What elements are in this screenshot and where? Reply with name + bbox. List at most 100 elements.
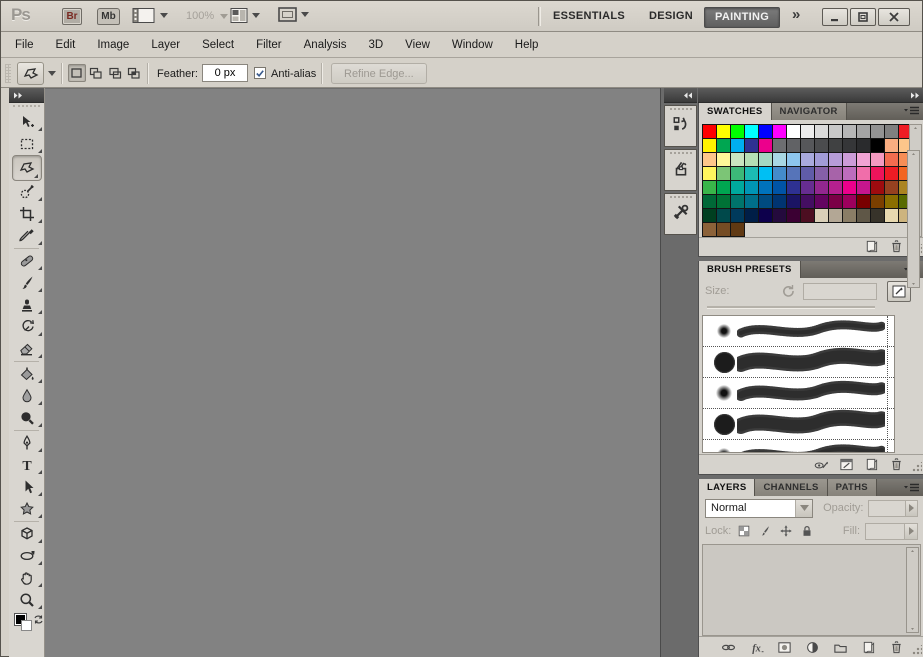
workspace-overflow-chevrons[interactable]: »	[792, 6, 800, 23]
swatch[interactable]	[731, 180, 745, 195]
scroll-up-icon[interactable]	[911, 125, 920, 131]
drag-handle[interactable]	[669, 152, 692, 158]
swatch[interactable]	[759, 180, 773, 195]
swatch[interactable]	[759, 208, 773, 223]
resize-grip-icon[interactable]	[912, 462, 922, 472]
arrange-documents-button[interactable]	[230, 7, 260, 24]
delete-brush-button[interactable]	[889, 457, 904, 472]
restore-button[interactable]	[850, 8, 876, 26]
swatch[interactable]	[787, 208, 801, 223]
swatch[interactable]	[717, 180, 731, 195]
tool-paint-bucket[interactable]	[9, 363, 45, 385]
brush-scrollbar[interactable]	[907, 150, 920, 288]
panel-strip-tool-presets-button[interactable]	[664, 193, 697, 235]
swatch[interactable]	[787, 138, 801, 153]
swatch[interactable]	[717, 222, 731, 237]
swatch[interactable]	[773, 138, 787, 153]
swatch[interactable]	[703, 180, 717, 195]
tool-3d-camera-rotate[interactable]	[9, 545, 45, 567]
opacity-spinner[interactable]	[905, 499, 919, 517]
tool-rectangular-marquee[interactable]	[9, 133, 45, 155]
brush-size-input[interactable]	[803, 282, 878, 300]
brush-size-slider[interactable]	[707, 306, 875, 309]
swatch[interactable]	[731, 208, 745, 223]
swatch[interactable]	[815, 166, 829, 181]
swatch[interactable]	[815, 194, 829, 209]
swatch[interactable]	[745, 180, 759, 195]
swatch[interactable]	[857, 180, 871, 195]
tool-brush[interactable]	[9, 272, 45, 294]
swatch[interactable]	[801, 208, 815, 223]
menu-item-image[interactable]: Image	[97, 39, 129, 51]
swatch[interactable]	[857, 152, 871, 167]
swatch[interactable]	[745, 208, 759, 223]
add-layer-mask-button[interactable]	[777, 640, 792, 655]
swatch[interactable]	[717, 208, 731, 223]
swatch[interactable]	[871, 194, 885, 209]
swatch[interactable]	[801, 124, 815, 139]
menu-item-layer[interactable]: Layer	[151, 39, 180, 51]
swatch[interactable]	[731, 222, 745, 237]
swatch[interactable]	[759, 138, 773, 153]
swatch[interactable]	[857, 138, 871, 153]
brush-preset-row[interactable]	[703, 440, 894, 452]
resize-grip-icon[interactable]	[912, 645, 922, 655]
brush-preset-row[interactable]	[703, 409, 894, 440]
swatch[interactable]	[703, 152, 717, 167]
tool-crop[interactable]	[9, 203, 45, 225]
swatch[interactable]	[885, 194, 899, 209]
delete-swatch-button[interactable]	[889, 239, 904, 254]
tool-spot-healing-brush[interactable]	[9, 250, 45, 272]
swatch[interactable]	[857, 124, 871, 139]
swatch[interactable]	[857, 166, 871, 181]
tool-zoom[interactable]	[9, 589, 45, 611]
swatch[interactable]	[843, 194, 857, 209]
new-adjustment-layer-button[interactable]	[805, 640, 820, 655]
scroll-down-icon[interactable]	[909, 281, 918, 287]
panel-strip-brush-panel-button[interactable]	[664, 149, 697, 191]
swatch[interactable]	[815, 180, 829, 195]
swatch[interactable]	[745, 124, 759, 139]
swatch[interactable]	[703, 194, 717, 209]
swatch[interactable]	[829, 138, 843, 153]
opacity-input[interactable]	[868, 499, 906, 517]
menu-item-file[interactable]: File	[15, 39, 34, 51]
swatch[interactable]	[829, 166, 843, 181]
swatch[interactable]	[885, 180, 899, 195]
tool-eyedropper[interactable]	[9, 225, 45, 247]
swatch[interactable]	[843, 138, 857, 153]
swatch[interactable]	[885, 166, 899, 181]
menu-item-filter[interactable]: Filter	[256, 39, 282, 51]
swatch[interactable]	[703, 124, 717, 139]
link-layers-button[interactable]	[721, 640, 736, 655]
swatch[interactable]	[703, 166, 717, 181]
refine-edge-button[interactable]: Refine Edge...	[331, 63, 427, 84]
swatch[interactable]	[773, 194, 787, 209]
tool-hand[interactable]	[9, 567, 45, 589]
swatch[interactable]	[731, 138, 745, 153]
tool-blur[interactable]	[9, 385, 45, 407]
tool-path-selection[interactable]	[9, 476, 45, 498]
tool-pen[interactable]	[9, 432, 45, 454]
tool-history-brush[interactable]	[9, 316, 45, 338]
swatch[interactable]	[801, 180, 815, 195]
menu-item-help[interactable]: Help	[515, 39, 539, 51]
swatch[interactable]	[731, 152, 745, 167]
swatch[interactable]	[843, 166, 857, 181]
swatch[interactable]	[885, 124, 899, 139]
brush-preset-row[interactable]	[703, 347, 894, 378]
blend-mode-select[interactable]: Normal	[705, 498, 814, 518]
layers-list[interactable]	[702, 544, 921, 636]
document-canvas-area[interactable]	[45, 88, 660, 657]
strip-expand-header[interactable]	[664, 88, 697, 103]
scroll-up-icon[interactable]	[909, 151, 918, 157]
lock-transparency-button[interactable]	[737, 524, 751, 538]
preview-stroke-button[interactable]	[814, 457, 829, 472]
swatch[interactable]	[815, 124, 829, 139]
scroll-down-icon[interactable]	[908, 626, 917, 632]
fill-input[interactable]	[865, 522, 905, 540]
tab-paths[interactable]: PATHS	[827, 479, 877, 496]
swatch[interactable]	[871, 124, 885, 139]
swatch[interactable]	[815, 138, 829, 153]
new-group-button[interactable]	[833, 640, 848, 655]
